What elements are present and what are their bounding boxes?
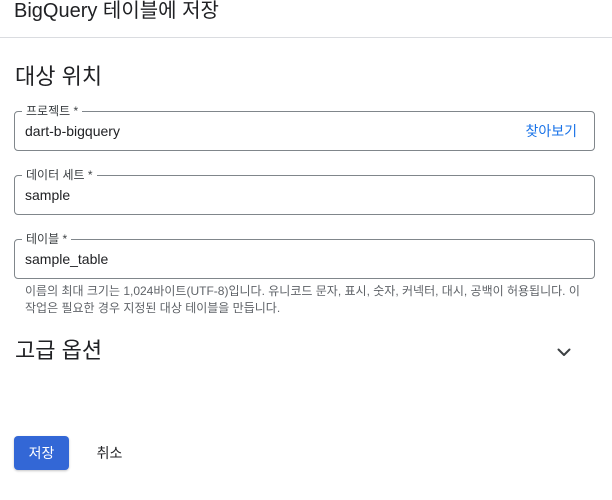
cancel-button[interactable]: 취소 <box>82 436 137 470</box>
dataset-field[interactable]: 데이터 세트 * sample <box>14 167 595 215</box>
save-button[interactable]: 저장 <box>14 436 69 470</box>
dataset-field-value[interactable]: sample <box>25 186 70 204</box>
table-field[interactable]: 테이블 * sample_table <box>14 231 595 279</box>
advanced-options-title[interactable]: 고급 옵션 <box>15 337 102 365</box>
destination-section-title: 대상 위치 <box>15 64 103 89</box>
table-field-value[interactable]: sample_table <box>25 250 108 268</box>
project-field-value[interactable]: dart-b-bigquery <box>25 122 120 140</box>
table-name-hint: 이름의 최대 크기는 1,024바이트(UTF-8)입니다. 유니코드 문자, … <box>25 284 580 315</box>
dataset-field-label: 데이터 세트 * <box>22 167 97 183</box>
table-field-label: 테이블 * <box>22 231 72 247</box>
project-field-label: 프로젝트 * <box>22 103 83 119</box>
project-field[interactable]: 프로젝트 * dart-b-bigquery 찾아보기 <box>14 103 595 151</box>
dialog-title: BigQuery 테이블에 저장 <box>14 0 219 22</box>
browse-project-button[interactable]: 찾아보기 <box>525 122 577 140</box>
dialog-header: BigQuery 테이블에 저장 <box>0 0 612 38</box>
save-to-bigquery-dialog: BigQuery 테이블에 저장 대상 위치 프로젝트 * dart-b-big… <box>0 0 612 500</box>
chevron-down-icon[interactable] <box>552 340 576 364</box>
